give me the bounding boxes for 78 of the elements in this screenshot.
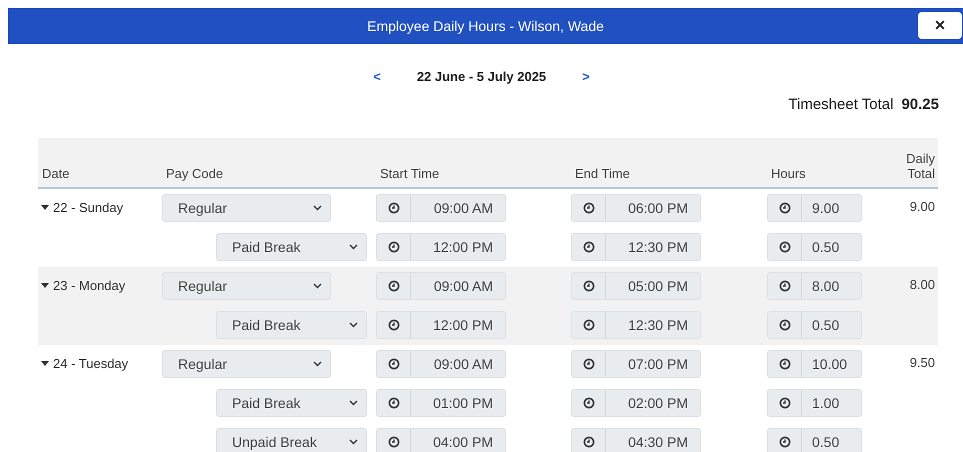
column-header: Daily Total xyxy=(905,151,936,181)
daily-total: 9.50 xyxy=(908,354,936,370)
start-time-field[interactable]: 12:00 PM xyxy=(376,311,506,339)
caret-icon xyxy=(41,204,49,210)
next-period-button[interactable]: > xyxy=(576,66,596,86)
hours-field[interactable]: 1.00 xyxy=(767,389,862,417)
clock-icon xyxy=(388,241,400,253)
clock-icon xyxy=(778,358,790,370)
clock-icon xyxy=(582,397,594,409)
clock-icon xyxy=(582,436,594,448)
end-time-field[interactable]: 05:00 PM xyxy=(571,272,701,300)
start-time-field[interactable]: 04:00 PM xyxy=(376,428,506,452)
chevron-down-icon xyxy=(313,205,322,211)
end-time-field[interactable]: 04:30 PM xyxy=(571,428,701,452)
start-time-field[interactable]: 09:00 AM xyxy=(376,194,506,222)
start-time-field[interactable]: 12:00 PM xyxy=(376,233,506,261)
clock-icon xyxy=(388,397,400,409)
clock-icon xyxy=(388,319,400,331)
column-header: End Time xyxy=(574,166,631,181)
daily-total: 9.00 xyxy=(908,198,936,214)
pay-code-select[interactable]: Regular xyxy=(162,350,331,378)
hours-field[interactable]: 10.00 xyxy=(767,350,862,378)
pay-code-select[interactable]: Paid Break xyxy=(216,233,367,261)
caret-icon xyxy=(41,282,49,288)
timesheet-total-value: 90.25 xyxy=(901,96,939,112)
day-toggle[interactable]: 23 - Monday xyxy=(38,272,162,293)
column-header: Date xyxy=(41,166,70,181)
pay-code-select[interactable]: Regular xyxy=(162,194,331,222)
clock-icon xyxy=(582,319,594,331)
hours-field[interactable]: 0.50 xyxy=(767,428,862,452)
window-title: Employee Daily Hours - Wilson, Wade xyxy=(367,18,604,34)
hours-field[interactable]: 8.00 xyxy=(767,272,862,300)
clock-icon xyxy=(778,202,790,214)
end-time-field[interactable]: 02:00 PM xyxy=(571,389,701,417)
clock-icon xyxy=(778,241,790,253)
day-toggle[interactable]: 24 - Tuesday xyxy=(38,350,162,371)
pay-code-select[interactable]: Unpaid Break xyxy=(216,428,367,452)
chevron-down-icon xyxy=(349,244,358,250)
previous-period-button[interactable]: < xyxy=(367,66,387,86)
hours-field[interactable]: 0.50 xyxy=(767,311,862,339)
pay-code-select[interactable]: Paid Break xyxy=(216,311,367,339)
timesheet-total-label: Timesheet Total xyxy=(788,96,894,112)
day-toggle[interactable]: 22 - Sunday xyxy=(38,194,162,215)
pay-code-select[interactable]: Paid Break xyxy=(216,389,367,417)
chevron-down-icon xyxy=(349,400,358,406)
start-time-field[interactable]: 01:00 PM xyxy=(376,389,506,417)
hours-field[interactable]: 0.50 xyxy=(767,233,862,261)
clock-icon xyxy=(388,280,400,292)
clock-icon xyxy=(778,280,790,292)
end-time-field[interactable]: 12:30 PM xyxy=(571,311,701,339)
chevron-down-icon xyxy=(313,283,322,289)
clock-icon xyxy=(582,241,594,253)
hours-field[interactable]: 9.00 xyxy=(767,194,862,222)
caret-icon xyxy=(41,360,49,366)
column-header: Hours xyxy=(770,166,807,181)
chevron-down-icon xyxy=(313,361,322,367)
clock-icon xyxy=(388,202,400,214)
column-header: Start Time xyxy=(379,166,440,181)
clock-icon xyxy=(582,280,594,292)
pay-code-select[interactable]: Regular xyxy=(162,272,331,300)
period-label: 22 June - 5 July 2025 xyxy=(416,68,546,84)
clock-icon xyxy=(778,436,790,448)
chevron-down-icon xyxy=(349,322,358,328)
column-header: Pay Code xyxy=(165,166,224,181)
daily-total: 8.00 xyxy=(908,276,936,292)
clock-icon xyxy=(582,358,594,370)
start-time-field[interactable]: 09:00 AM xyxy=(376,272,506,300)
start-time-field[interactable]: 09:00 AM xyxy=(376,350,506,378)
clock-icon xyxy=(582,202,594,214)
end-time-field[interactable]: 06:00 PM xyxy=(571,194,701,222)
end-time-field[interactable]: 12:30 PM xyxy=(571,233,701,261)
clock-icon xyxy=(778,397,790,409)
clock-icon xyxy=(778,319,790,331)
chevron-down-icon xyxy=(349,439,358,445)
clock-icon xyxy=(388,358,400,370)
clock-icon xyxy=(388,436,400,448)
end-time-field[interactable]: 07:00 PM xyxy=(571,350,701,378)
close-button[interactable]: × xyxy=(918,12,962,39)
